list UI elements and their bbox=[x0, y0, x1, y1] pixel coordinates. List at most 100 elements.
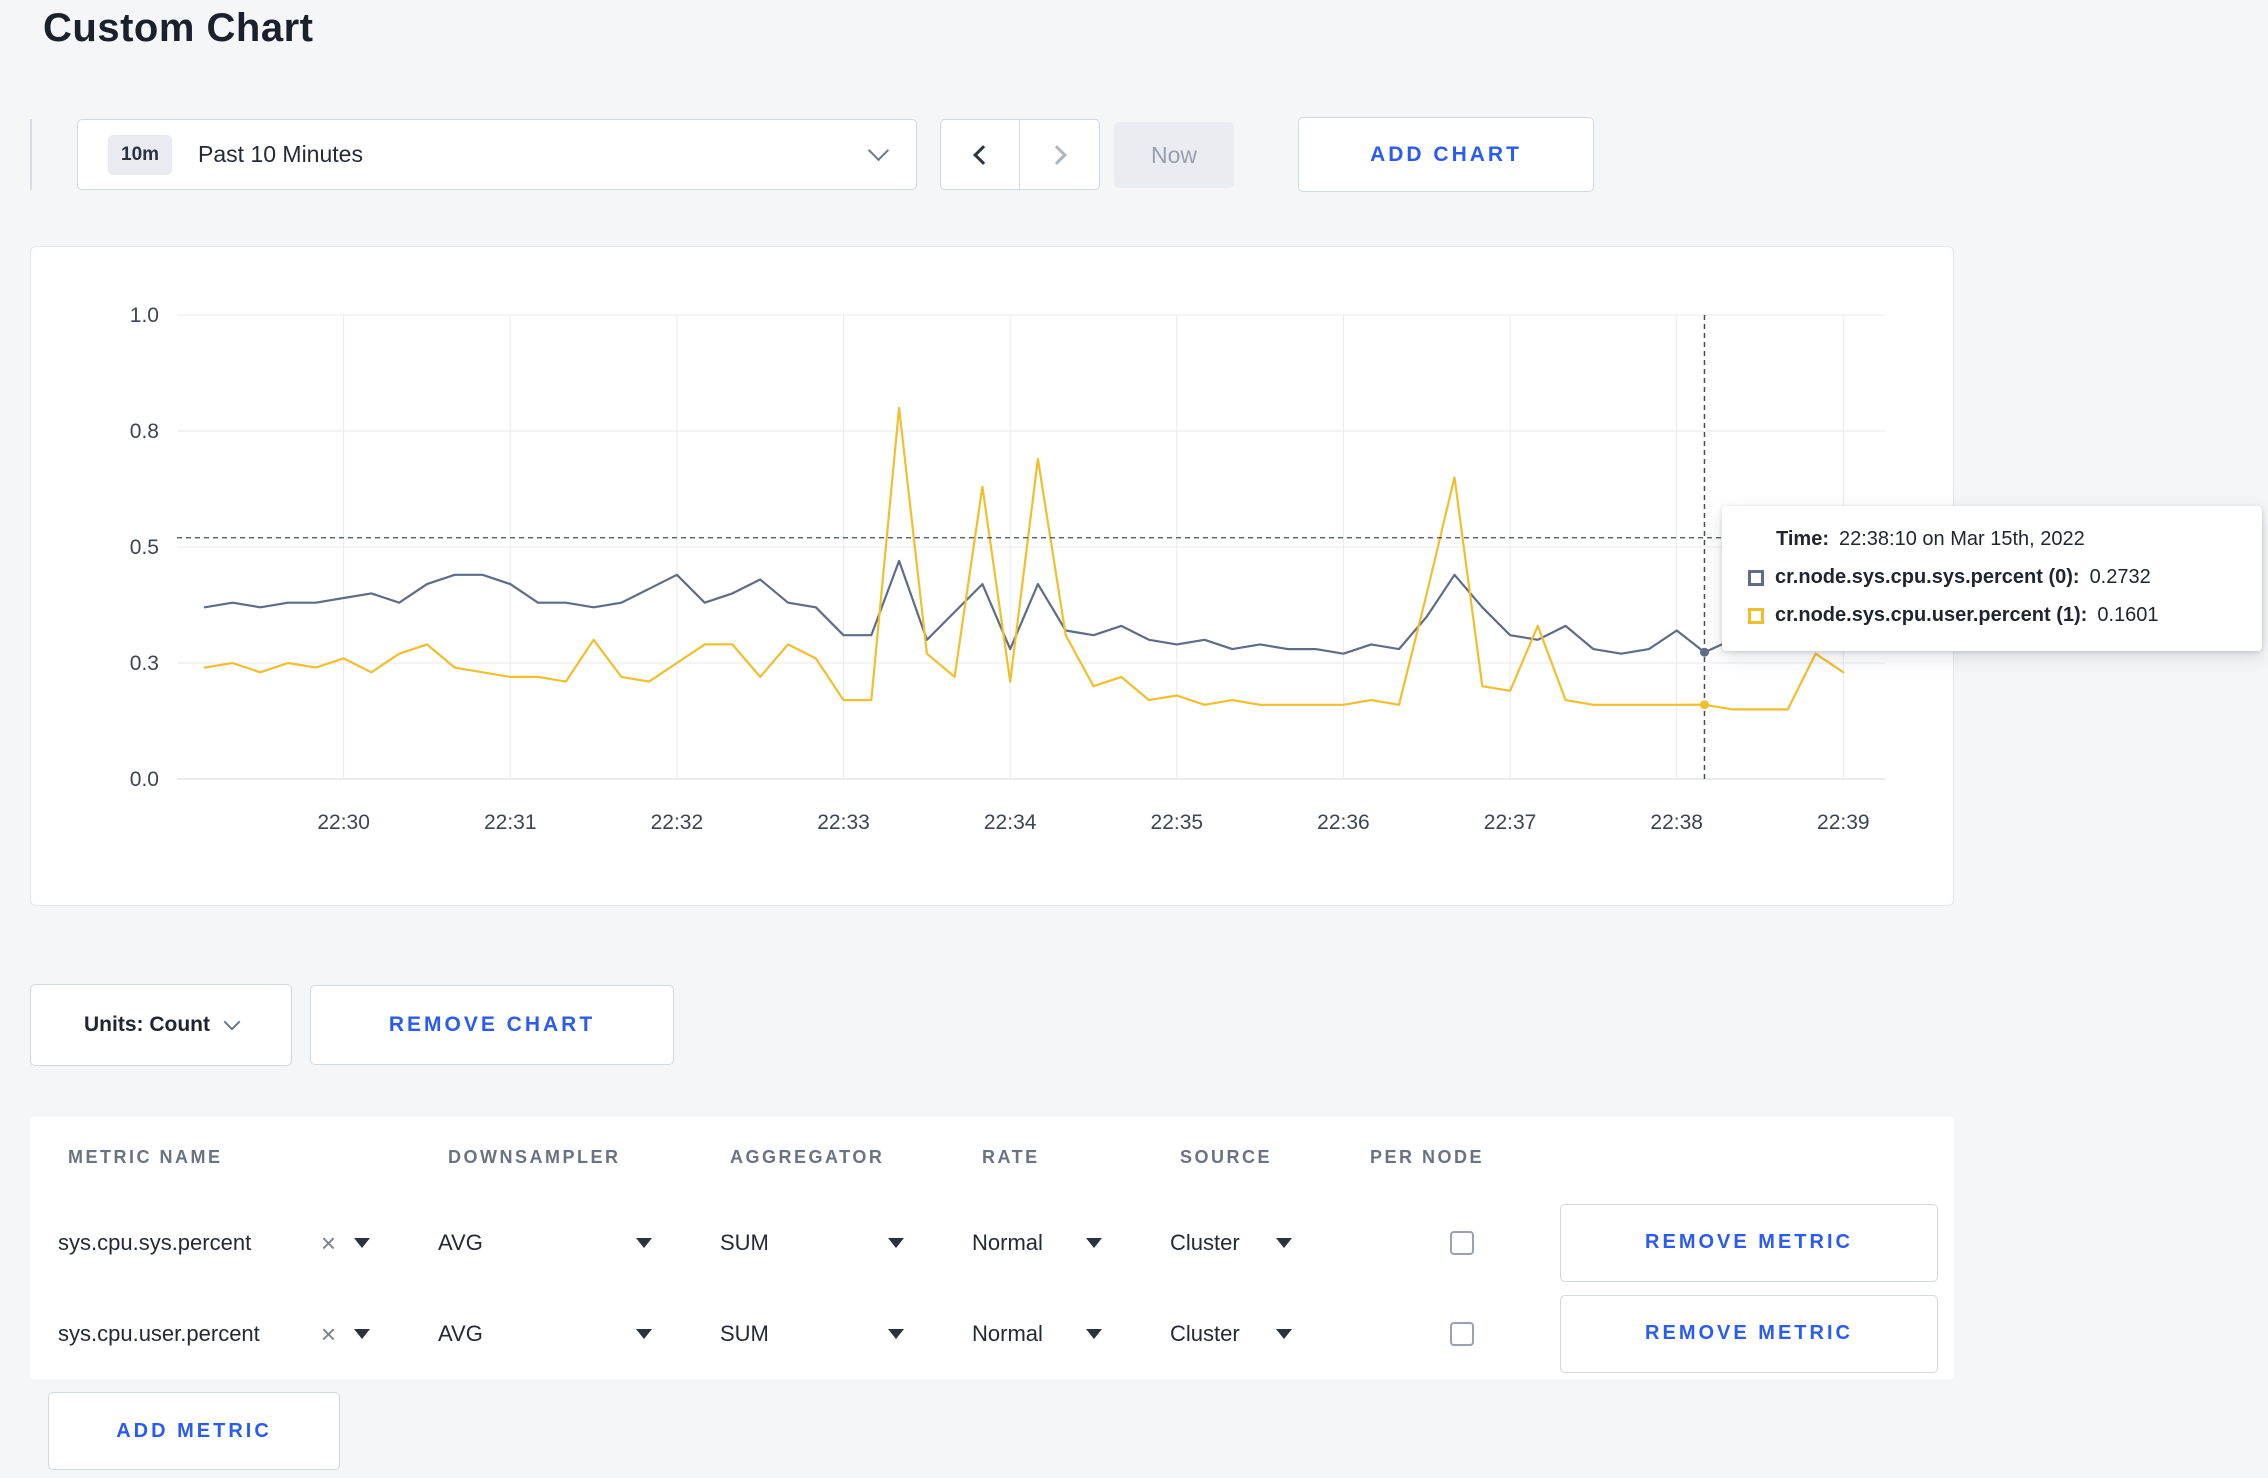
remove-metric-button[interactable]: REMOVE METRIC bbox=[1560, 1203, 1938, 1282]
source-value: Cluster bbox=[1170, 1320, 1240, 1346]
tooltip-series-label: cr.node.sys.cpu.sys.percent (0): bbox=[1775, 566, 2080, 588]
y-axis-tick-label: 0.3 bbox=[130, 652, 159, 675]
add-metric-button[interactable]: ADD METRIC bbox=[48, 1392, 340, 1470]
caret-down-icon bbox=[636, 1328, 652, 1339]
caret-down-icon bbox=[888, 1237, 904, 1248]
source-value: Cluster bbox=[1170, 1229, 1240, 1255]
aggregator-select[interactable]: SUM bbox=[692, 1230, 944, 1256]
chevron-left-icon bbox=[973, 144, 993, 165]
remove-metric-button[interactable]: REMOVE METRIC bbox=[1560, 1294, 1938, 1373]
caret-down-icon bbox=[354, 1237, 370, 1248]
table-row: sys.cpu.sys.percent × AVG SUM Normal Clu… bbox=[30, 1197, 1954, 1288]
per-node-cell bbox=[1332, 1230, 1526, 1255]
chevron-down-icon bbox=[223, 1013, 241, 1031]
chevron-down-icon bbox=[867, 139, 890, 162]
row-actions: REMOVE METRIC bbox=[1526, 1203, 1954, 1282]
tooltip-series-row: cr.node.sys.cpu.user.percent (1): 0.1601 bbox=[1748, 604, 2236, 627]
per-node-checkbox[interactable] bbox=[1450, 1321, 1474, 1346]
x-axis-tick-label: 22:36 bbox=[1317, 811, 1370, 834]
x-axis-tick-label: 22:37 bbox=[1484, 811, 1537, 834]
aggregator-value: SUM bbox=[720, 1229, 769, 1255]
x-axis-tick-label: 22:35 bbox=[1151, 811, 1204, 834]
caret-down-icon bbox=[1086, 1328, 1102, 1339]
units-dropdown[interactable]: Units: Count bbox=[30, 984, 292, 1066]
per-node-cell bbox=[1332, 1321, 1526, 1346]
tooltip-series-value: 0.1601 bbox=[2097, 604, 2159, 626]
time-range-dropdown[interactable]: 10m Past 10 Minutes bbox=[77, 119, 917, 190]
metric-name-value: sys.cpu.sys.percent bbox=[58, 1229, 252, 1255]
caret-down-icon bbox=[354, 1328, 370, 1339]
time-prev-button[interactable] bbox=[940, 119, 1020, 190]
metric-name-select[interactable]: sys.cpu.sys.percent × bbox=[30, 1230, 410, 1256]
metric-name-select[interactable]: sys.cpu.user.percent × bbox=[30, 1321, 410, 1347]
time-nav-group bbox=[940, 119, 1100, 190]
downsampler-value: AVG bbox=[438, 1229, 483, 1255]
x-axis-tick-label: 22:38 bbox=[1650, 811, 1703, 834]
x-axis-tick-label: 22:31 bbox=[484, 811, 537, 834]
downsampler-select[interactable]: AVG bbox=[410, 1230, 692, 1256]
aggregator-value: SUM bbox=[720, 1320, 769, 1346]
y-axis-tick-label: 0.0 bbox=[130, 768, 159, 791]
time-range-badge: 10m bbox=[108, 134, 173, 175]
metrics-table: METRIC NAME DOWNSAMPLER AGGREGATOR RATE … bbox=[30, 1117, 1954, 1379]
source-select[interactable]: Cluster bbox=[1142, 1321, 1332, 1347]
remove-chart-button[interactable]: REMOVE CHART bbox=[310, 985, 674, 1065]
col-header-rate: RATE bbox=[982, 1146, 1040, 1167]
tooltip-series-row: cr.node.sys.cpu.sys.percent (0): 0.2732 bbox=[1748, 566, 2236, 589]
units-dropdown-label: Units: Count bbox=[84, 1013, 210, 1036]
y-axis-tick-label: 0.8 bbox=[130, 420, 159, 443]
chevron-right-icon bbox=[1046, 144, 1067, 165]
y-axis-tick-label: 1.0 bbox=[130, 304, 159, 327]
rate-select[interactable]: Normal bbox=[944, 1321, 1142, 1347]
caret-down-icon bbox=[1276, 1328, 1292, 1339]
now-button[interactable]: Now bbox=[1114, 122, 1234, 188]
series-user-swatch-icon bbox=[1748, 607, 1764, 624]
x-axis-tick-label: 22:32 bbox=[651, 811, 704, 834]
tooltip-time-row: Time: 22:38:10 on Mar 15th, 2022 bbox=[1748, 528, 2236, 551]
source-select[interactable]: Cluster bbox=[1142, 1230, 1332, 1256]
x-axis-tick-label: 22:30 bbox=[317, 811, 370, 834]
x-axis-tick-label: 22:33 bbox=[817, 811, 870, 834]
per-node-checkbox[interactable] bbox=[1450, 1230, 1474, 1255]
crosshair-point bbox=[1699, 700, 1709, 710]
aggregator-select[interactable]: SUM bbox=[692, 1321, 944, 1347]
chart-panel: 1.0 0.8 0.5 0.3 0.0 22:30 22:31 22:32 22:33 22:34… bbox=[30, 246, 1954, 906]
metric-name-value: sys.cpu.user.percent bbox=[58, 1320, 260, 1346]
chart-tooltip: Time: 22:38:10 on Mar 15th, 2022 cr.node… bbox=[1722, 506, 2262, 651]
caret-down-icon bbox=[888, 1328, 904, 1339]
rate-value: Normal bbox=[972, 1229, 1043, 1255]
col-header-aggregator: AGGREGATOR bbox=[730, 1146, 885, 1167]
tooltip-time-value: 22:38:10 on Mar 15th, 2022 bbox=[1838, 528, 2085, 550]
x-axis-tick-label: 22:39 bbox=[1817, 811, 1870, 834]
caret-down-icon bbox=[1086, 1237, 1102, 1248]
tooltip-series-label: cr.node.sys.cpu.user.percent (1): bbox=[1775, 604, 2088, 626]
col-header-source: SOURCE bbox=[1180, 1146, 1273, 1167]
crosshair-point bbox=[1699, 647, 1709, 657]
series-line-cr.node.sys.cpu.user.percent bbox=[203, 406, 1845, 711]
time-range-label: Past 10 Minutes bbox=[198, 141, 363, 167]
table-row: sys.cpu.user.percent × AVG SUM Normal Cl… bbox=[30, 1288, 1954, 1379]
clear-metric-icon[interactable]: × bbox=[321, 1230, 336, 1256]
page-title: Custom Chart bbox=[43, 6, 314, 50]
col-header-downsampler: DOWNSAMPLER bbox=[448, 1146, 621, 1167]
downsampler-value: AVG bbox=[438, 1320, 483, 1346]
rate-select[interactable]: Normal bbox=[944, 1230, 1142, 1256]
add-chart-button[interactable]: ADD CHART bbox=[1298, 117, 1594, 192]
series-sys-swatch-icon bbox=[1748, 569, 1764, 586]
rate-value: Normal bbox=[972, 1320, 1043, 1346]
tooltip-time-label: Time: bbox=[1776, 528, 1829, 550]
col-header-metric-name: METRIC NAME bbox=[68, 1146, 223, 1167]
tooltip-series-value: 0.2732 bbox=[2089, 566, 2151, 588]
row-actions: REMOVE METRIC bbox=[1526, 1294, 1954, 1373]
downsampler-select[interactable]: AVG bbox=[410, 1321, 692, 1347]
toolbar-divider bbox=[30, 119, 32, 190]
col-header-per-node: PER NODE bbox=[1370, 1146, 1485, 1167]
metrics-table-header: METRIC NAME DOWNSAMPLER AGGREGATOR RATE … bbox=[30, 1117, 1954, 1197]
time-next-button[interactable] bbox=[1020, 119, 1100, 190]
clear-metric-icon[interactable]: × bbox=[321, 1321, 336, 1347]
caret-down-icon bbox=[1276, 1237, 1292, 1248]
y-axis-tick-label: 0.5 bbox=[130, 536, 159, 559]
caret-down-icon bbox=[636, 1237, 652, 1248]
x-axis-tick-label: 22:34 bbox=[984, 811, 1037, 834]
timeseries-chart[interactable]: 1.0 0.8 0.5 0.3 0.0 22:30 22:31 22:32 22:33 22:34… bbox=[31, 247, 1955, 907]
